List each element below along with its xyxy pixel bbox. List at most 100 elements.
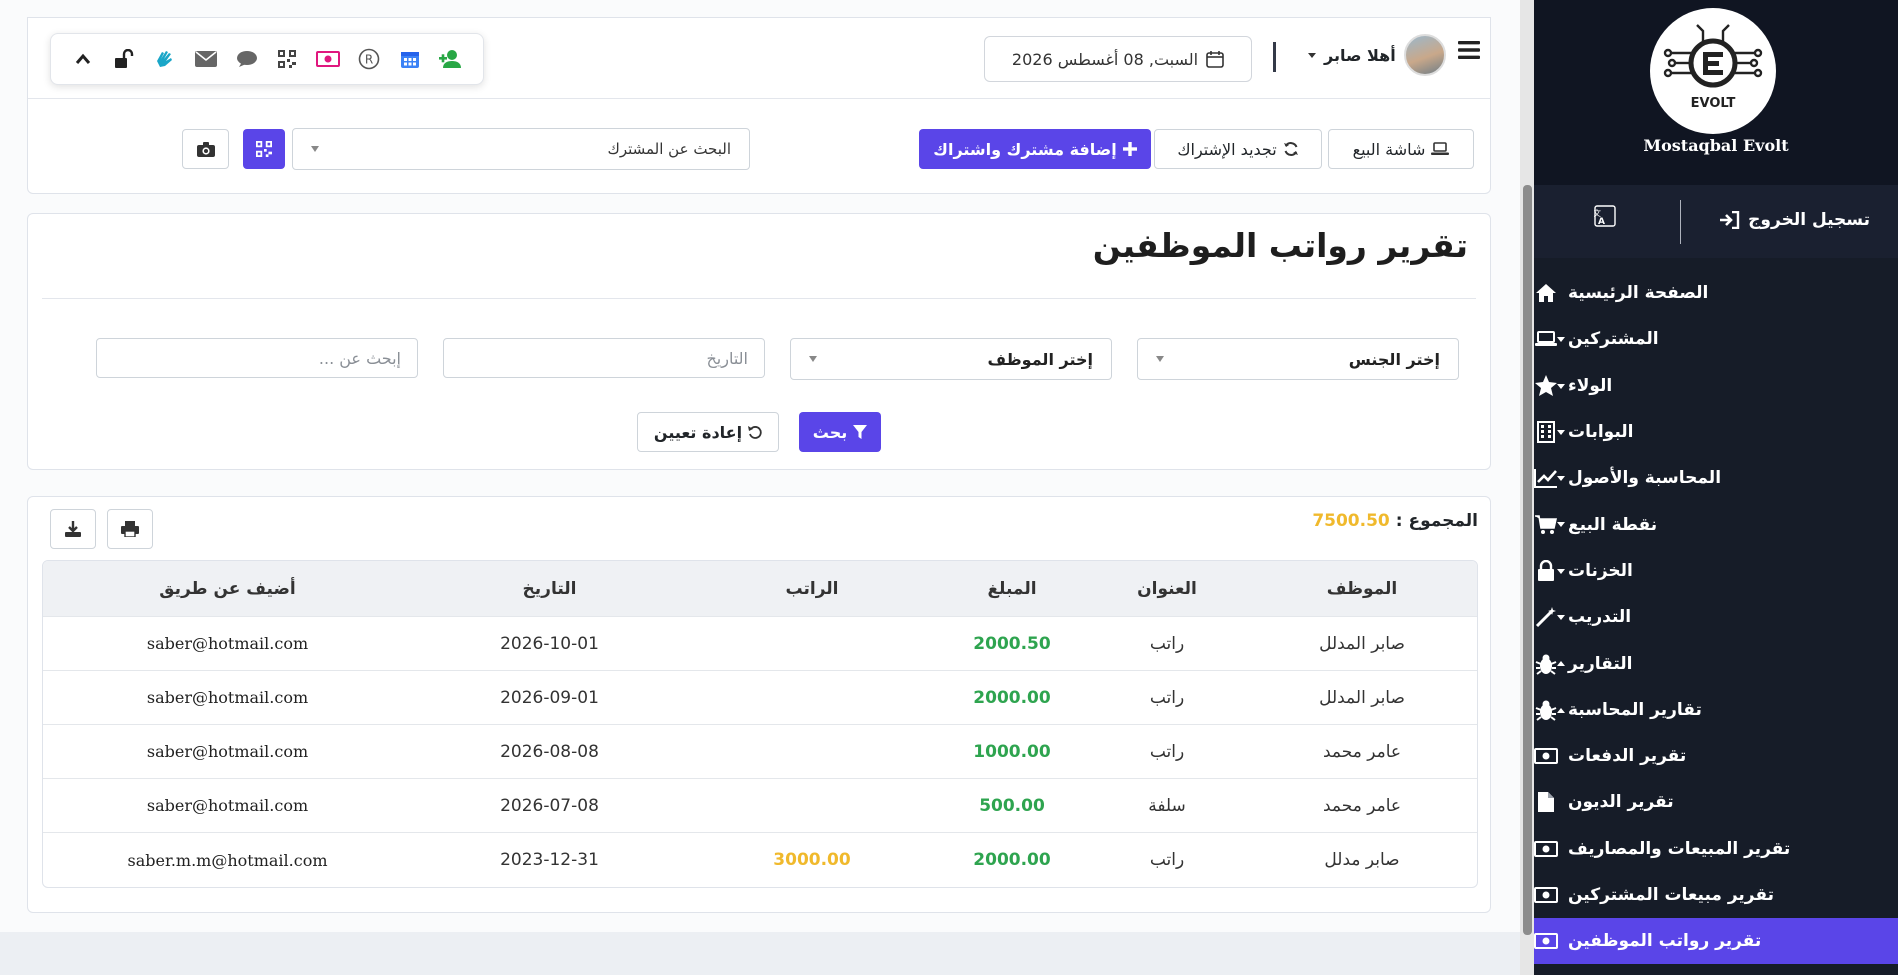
download-button[interactable] — [50, 509, 96, 549]
sidebar-item-subscribers[interactable]: المشتركين — [1534, 316, 1898, 362]
added-by-cell: saber@hotmail.com — [146, 796, 309, 815]
laptop-icon — [1534, 331, 1558, 347]
salary-cell: 3000.00 — [773, 850, 851, 870]
search-input[interactable]: إبحث عن ... — [96, 338, 418, 378]
comment-icon[interactable] — [233, 45, 261, 73]
user-menu[interactable]: أهلا صابر — [1308, 34, 1446, 76]
unlock-icon[interactable] — [110, 45, 138, 73]
qrcode-icon[interactable] — [273, 45, 301, 73]
undo-icon — [748, 426, 762, 439]
logout-button[interactable]: تسجيل الخروج — [1720, 210, 1870, 230]
chevron-up-icon[interactable] — [69, 45, 97, 73]
total-label: المجموع : — [1395, 511, 1478, 531]
sidebar-item-debts-report[interactable]: تقرير الديون — [1534, 779, 1898, 825]
camera-icon — [196, 141, 215, 157]
col-salary: الراتب — [785, 578, 839, 599]
chevron-up-icon — [1557, 661, 1565, 667]
sidebar-item-label: تقارير المحاسبة — [1568, 699, 1702, 720]
print-button[interactable] — [107, 509, 153, 549]
sidebar-item-label: تقرير المبيعات والمصاريف — [1568, 838, 1791, 859]
sidebar-item-salaries-report[interactable]: تقرير رواتب الموظفين — [1534, 918, 1898, 965]
download-icon — [65, 521, 81, 537]
employee-cell: عامر محمد — [1322, 741, 1402, 762]
sidebar-item-home[interactable]: الصفحة الرئيسية — [1534, 270, 1898, 316]
employee-select-text: إختر الموظف — [987, 349, 1093, 369]
table-row: صابر مدلل راتب 2000.00 3000.00 2023-12-3… — [43, 833, 1477, 887]
sidebar-nav: الصفحة الرئيسية المشتركين الولاء البوابا… — [1534, 270, 1898, 965]
renew-label: تجديد الإشتراك — [1177, 139, 1277, 159]
pos-screen-button[interactable]: شاشة البيع — [1328, 129, 1474, 169]
gender-select[interactable]: إختر الجنس — [1137, 338, 1459, 380]
sidebar-item-label: نقطة البيع — [1568, 514, 1658, 535]
camera-button[interactable] — [182, 129, 229, 169]
sidebar-item-gates[interactable]: البوابات — [1534, 409, 1898, 455]
chevron-down-icon — [1557, 568, 1565, 574]
employee-select[interactable]: إختر الموظف — [790, 338, 1112, 380]
amount-cell: 1000.00 — [973, 741, 1051, 762]
sidebar-item-reports[interactable]: التقارير — [1534, 640, 1898, 686]
print-icon — [121, 521, 139, 537]
chevron-up-icon — [1557, 707, 1565, 713]
calendar-icon[interactable] — [396, 45, 424, 73]
money-icon[interactable] — [314, 45, 342, 73]
lock-icon — [1534, 560, 1558, 582]
sidebar-item-subscriber-sales-report[interactable]: تقرير مبيعات المشتركين — [1534, 872, 1898, 918]
registered-icon[interactable]: R — [355, 45, 383, 73]
search-subscriber-select[interactable]: البحث عن المشترك — [292, 128, 750, 170]
add-subscriber-button[interactable]: إضافة مشترك واشتراك — [919, 129, 1151, 169]
chart-line-icon — [1534, 468, 1558, 489]
menu-icon[interactable] — [1458, 40, 1480, 60]
search-subscriber-text: البحث عن المشترك — [607, 140, 731, 158]
reset-button-label: إعادة تعيين — [653, 422, 743, 442]
top-header: R السبت, 08 أغسطس 2026 أهلا صابر شاشة ال… — [27, 17, 1491, 194]
sidebar-item-accounting[interactable]: المحاسبة والأصول — [1534, 455, 1898, 501]
sidebar-item-label: تقرير الديون — [1568, 792, 1674, 813]
language-icon[interactable]: 文A — [1594, 205, 1616, 227]
sidebar-item-label: الصفحة الرئيسية — [1568, 283, 1709, 304]
title-cell: سلفة — [1148, 795, 1186, 816]
sidebar-item-safes[interactable]: الخزنات — [1534, 548, 1898, 594]
renew-subscription-button[interactable]: تجديد الإشتراك — [1154, 129, 1322, 169]
sign-out-icon — [1720, 211, 1740, 229]
report-panel: المجموع : 7500.50 الموظف العنوان المبلغ … — [27, 496, 1491, 913]
page-scrollbar-thumb[interactable] — [1523, 185, 1532, 935]
employee-cell: صابر المدلل — [1319, 633, 1405, 654]
gender-select-text: إختر الجنس — [1348, 349, 1440, 369]
chevron-down-icon — [1308, 52, 1316, 58]
sidebar-item-loyalty[interactable]: الولاء — [1534, 363, 1898, 409]
search-button[interactable]: بحث — [799, 412, 881, 452]
sidebar: EVOLT Mostaqbal Evolt تسجيل الخروج 文A ال… — [1534, 0, 1898, 975]
brand-logo: EVOLT — [1650, 8, 1776, 134]
user-plus-icon[interactable] — [437, 45, 465, 73]
sidebar-item-training[interactable]: التدريب — [1534, 594, 1898, 640]
search-placeholder: إبحث عن ... — [318, 348, 401, 368]
sidebar-item-accounting-reports[interactable]: تقارير المحاسبة — [1534, 687, 1898, 733]
sidebar-item-payments-report[interactable]: تقرير الدفعات — [1534, 733, 1898, 779]
sidebar-item-sales-expenses-report[interactable]: تقرير المبيعات والمصاريف — [1534, 826, 1898, 872]
filter-panel: تقرير رواتب الموظفين إختر الجنس إختر الم… — [27, 213, 1491, 470]
chevron-down-icon — [1557, 615, 1565, 621]
reset-button[interactable]: إعادة تعيين — [637, 412, 779, 452]
header-divider-line — [28, 98, 1490, 99]
building-icon — [1534, 421, 1558, 444]
chevron-down-icon — [1557, 429, 1565, 435]
date-input[interactable]: التاريخ — [443, 338, 765, 378]
envelope-icon[interactable] — [192, 45, 220, 73]
sidebar-item-label: المشتركين — [1568, 329, 1659, 350]
sidebar-item-pos[interactable]: نقطة البيع — [1534, 501, 1898, 547]
title-divider — [42, 298, 1476, 299]
logo-text: EVOLT — [1691, 96, 1736, 111]
col-amount: المبلغ — [987, 578, 1037, 599]
table-row: عامر محمد سلفة 500.00 2026-07-08 saber@h… — [43, 779, 1477, 833]
svg-text:R: R — [365, 53, 373, 67]
quick-toolbox: R — [50, 33, 484, 85]
search-button-label: بحث — [812, 422, 848, 442]
sidebar-item-label: المحاسبة والأصول — [1568, 468, 1722, 489]
sidebar-item-label: البوابات — [1568, 422, 1634, 443]
qr-scan-button[interactable] — [243, 129, 285, 169]
sign-language-icon[interactable] — [151, 45, 179, 73]
chevron-down-icon — [1557, 522, 1565, 528]
add-label: إضافة مشترك واشتراك — [933, 139, 1117, 159]
date-display[interactable]: السبت, 08 أغسطس 2026 — [984, 36, 1252, 82]
brand-name: Mostaqbal Evolt — [1643, 136, 1789, 155]
